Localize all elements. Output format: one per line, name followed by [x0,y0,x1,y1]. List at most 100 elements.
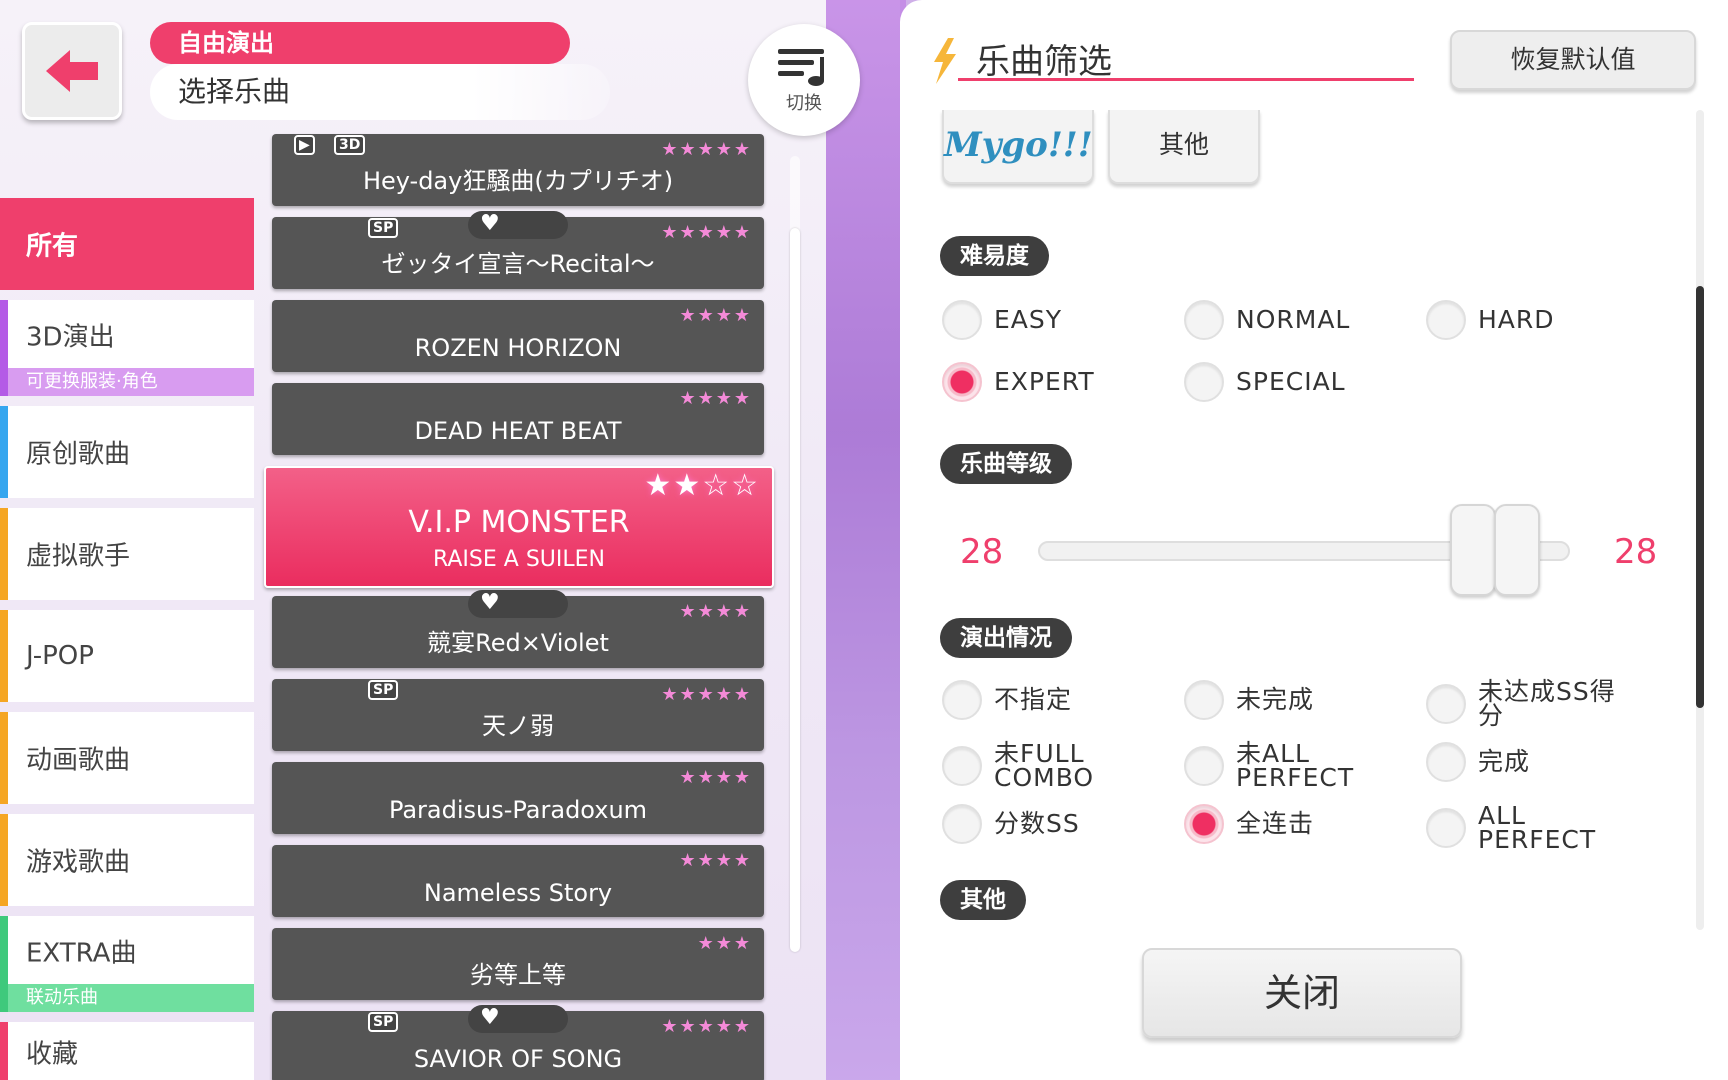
decorative-band [826,0,906,1080]
song-title: Hey-day狂騒曲(カプリチオ) [362,167,674,195]
category-label: J-POP [26,641,94,671]
back-button[interactable] [22,22,122,120]
category-label: 收藏 [26,1039,79,1070]
radio-option[interactable]: 未FULL COMBO [942,739,1144,792]
radio-label: 未完成 [1236,685,1315,714]
category-item[interactable]: 3D演出 可更换服装·角色 [0,300,254,396]
radio-label: 未ALL PERFECT [1236,739,1355,792]
switch-button[interactable]: 切换 [748,24,860,136]
close-button[interactable]: 关闭 [1142,948,1462,1038]
category-item[interactable]: 收藏 [0,1022,254,1080]
radio-unchecked-icon [1184,680,1224,720]
radio-option[interactable]: 分数SS [942,804,1080,844]
heart-icon: ♥ [480,1005,500,1030]
radio-option[interactable]: 不指定 [942,680,1072,720]
category-item[interactable]: 虚拟歌手 [0,508,254,600]
song-item[interactable]: ★★★★ Nameless Story [272,845,764,917]
mode-label: 自由演出 [150,22,570,64]
other-tile-button[interactable]: 其他 [1108,110,1260,184]
band-logo: Mygo!!! [944,125,1093,165]
song-title: 劣等上等 [470,961,566,989]
switch-label: 切换 [786,93,822,114]
category-label: 游戏歌曲 [26,847,131,878]
level-min-handle[interactable] [1450,504,1496,596]
category-item[interactable]: 游戏歌曲 [0,814,254,906]
title-underline [958,78,1414,81]
radio-option[interactable]: EXPERT [942,362,1095,402]
song-item[interactable]: ★★★★ ROZEN HORIZON [272,300,764,372]
category-label: 动画歌曲 [26,745,131,776]
heart-icon: ♥ [480,590,500,615]
reset-defaults-button[interactable]: 恢复默认值 [1450,30,1696,90]
music-list-icon [778,49,824,86]
radio-option[interactable]: NORMAL [1184,300,1350,340]
song-title: Paradisus-Paradoxum [388,796,648,824]
difficulty-stars: ★★★★★ [661,1016,752,1037]
radio-option[interactable]: EASY [942,300,1062,340]
radio-option[interactable]: ALL PERFECT [1426,803,1628,852]
category-color-bar [0,610,8,702]
song-item[interactable]: ★★★★★ SP 天ノ弱 [272,679,764,751]
song-item[interactable]: ★★★ 劣等上等 [272,928,764,1000]
category-label: 原创歌曲 [26,439,131,470]
song-item[interactable]: ★★★★ ♥ 競宴Red×Violet [272,590,764,668]
radio-label: SPECIAL [1236,367,1346,396]
radio-unchecked-icon [1426,742,1466,782]
radio-option[interactable]: 完成 [1426,742,1530,782]
radio-label: HARD [1478,305,1555,334]
heart-badge: ♥ [468,211,568,239]
category-color-bar [0,814,8,906]
difficulty-stars: ★★★★★ [661,684,752,705]
song-item[interactable]: ★★★★ Paradisus-Paradoxum [272,762,764,834]
song-tag: SP [368,680,399,700]
band-logo-tile[interactable]: Mygo!!! [942,110,1094,184]
category-item[interactable]: 原创歌曲 [0,406,254,498]
song-item[interactable]: ★★★★★ ▶ 3D Hey-day狂騒曲(カプリチオ) [272,134,764,206]
radio-label: 完成 [1478,747,1531,776]
difficulty-stars: ★★★ [697,933,752,954]
radio-option[interactable]: 未达成SS得分 [1426,679,1628,728]
difficulty-stars: ★★★★ [679,305,752,326]
category-color-bar [0,1022,8,1080]
radio-label: EXPERT [994,367,1095,396]
song-title: V.I.P MONSTER [408,505,630,540]
panel-scroll-thumb[interactable] [1696,286,1704,708]
radio-option[interactable]: 未ALL PERFECT [1184,739,1386,792]
song-tag: SP [368,218,399,238]
radio-option[interactable]: 全连击 [1184,804,1314,844]
difficulty-stars: ★★★★★ [661,222,752,243]
difficulty-stars: ★★★★★ [661,139,752,160]
category-color-bar [0,712,8,804]
category-color-bar [0,508,8,600]
category-item[interactable]: 所有 [0,198,254,290]
radio-option[interactable]: 未完成 [1184,680,1314,720]
category-item[interactable]: EXTRA曲 联动乐曲 [0,916,254,1012]
song-item[interactable]: ★★★★ DEAD HEAT BEAT [272,383,764,455]
difficulty-stars: ★★★★ [679,388,752,409]
radio-unchecked-icon [942,300,982,340]
category-color-bar [0,406,8,498]
radio-option[interactable]: HARD [1426,300,1555,340]
heart-icon: ♥ [480,211,500,236]
arrow-left-icon [46,50,98,92]
song-title: SAVIOR OF SONG [413,1045,623,1073]
level-min-value: 28 [960,532,1004,572]
radio-label: 未FULL COMBO [994,739,1095,792]
category-item[interactable]: J-POP [0,610,254,702]
radio-unchecked-icon [1426,684,1466,724]
radio-option[interactable]: SPECIAL [1184,362,1346,402]
category-item[interactable]: 动画歌曲 [0,712,254,804]
song-item[interactable]: ★★★★★ SP ♥ ゼッタイ宣言～Recital～ [272,211,764,289]
song-tag: ▶ [294,135,315,155]
song-list-scroll-thumb[interactable] [790,228,800,952]
level-max-value: 28 [1614,532,1658,572]
song-item[interactable]: ★★★★★ SP ♥ SAVIOR OF SONG [272,1005,764,1080]
radio-label: 全连击 [1236,809,1315,838]
song-item-selected[interactable]: ★★☆☆ V.I.P MONSTER RAISE A SUILEN [264,466,774,588]
level-max-handle[interactable] [1494,504,1540,596]
radio-label: EASY [994,305,1063,334]
category-color-bar [0,300,8,396]
category-sub-label: 可更换服装·角色 [8,368,254,396]
radio-checked-icon [1184,804,1224,844]
radio-unchecked-icon [1184,300,1224,340]
